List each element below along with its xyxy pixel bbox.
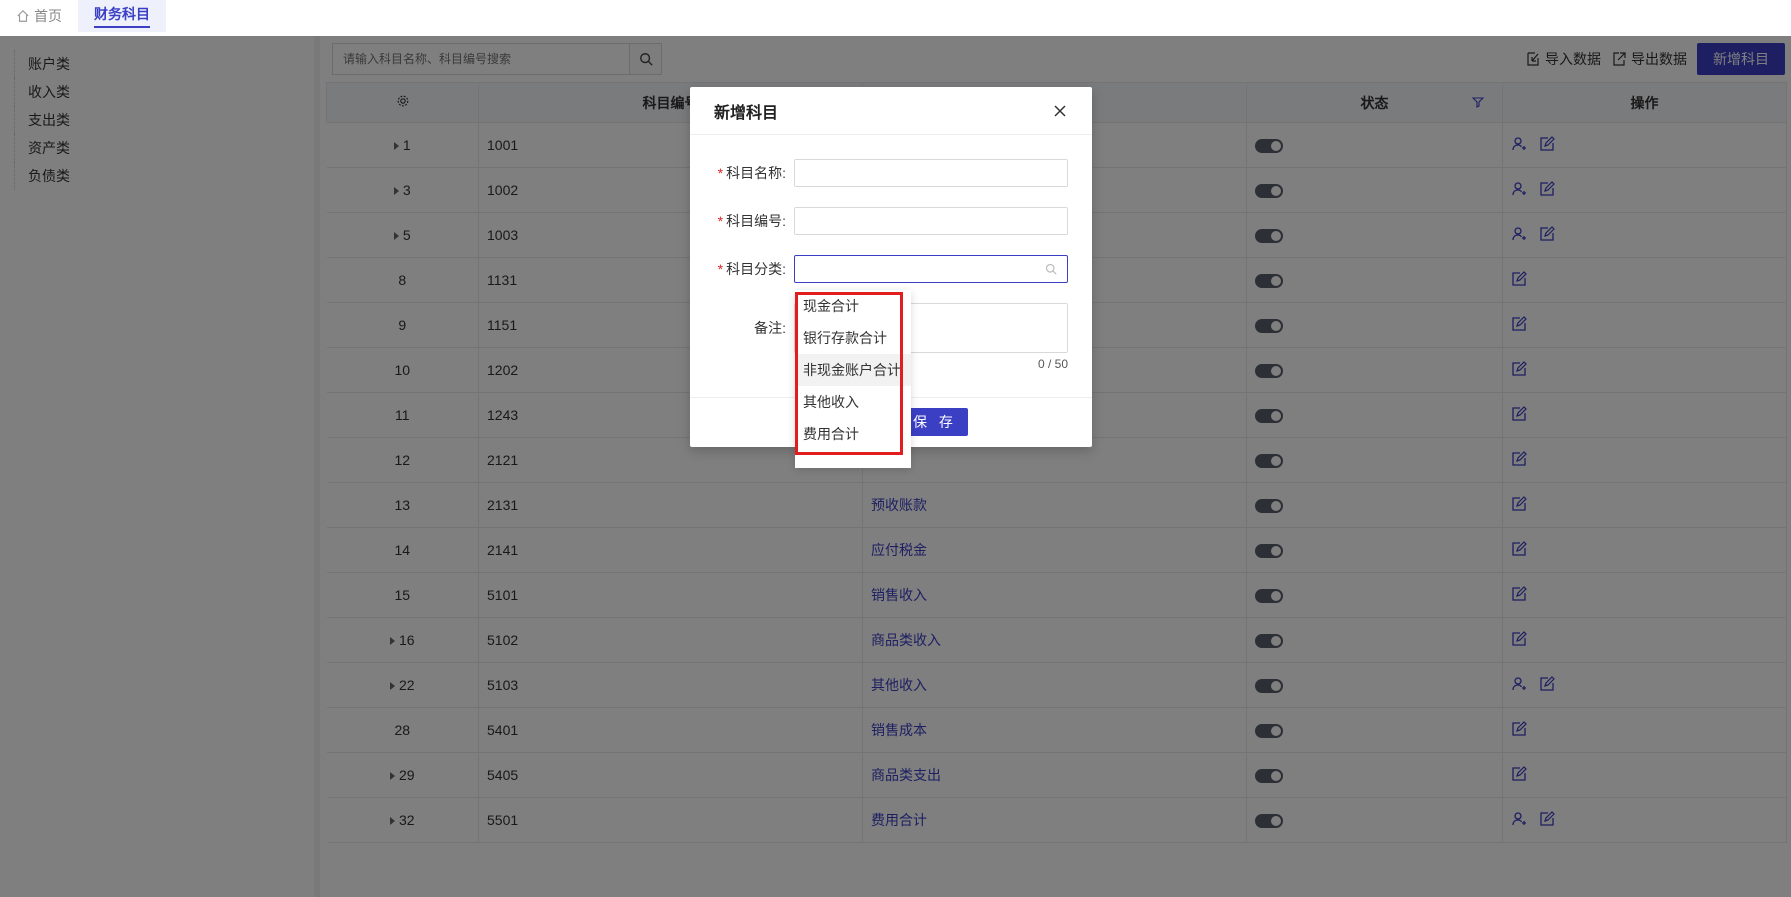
remark-label: 备注: (754, 320, 786, 336)
subject-category-row: * 科目分类: (714, 255, 1068, 283)
required-mark: * (717, 213, 724, 229)
highlight-box (795, 292, 903, 455)
tab-finance-subject[interactable]: 财务科目 (78, 0, 166, 32)
subject-name-label-wrap: * 科目名称: (714, 163, 786, 183)
top-tab-bar: 首页 财务科目 (0, 0, 1791, 36)
required-mark: * (717, 165, 724, 181)
subject-code-input[interactable] (794, 207, 1068, 235)
tab-finance-subject-label: 财务科目 (94, 4, 150, 28)
subject-name-input[interactable] (794, 159, 1068, 187)
home-icon (17, 9, 29, 22)
subject-category-select[interactable] (794, 255, 1068, 283)
subject-code-label-wrap: * 科目编号: (714, 211, 786, 231)
save-button[interactable]: 保 存 (902, 408, 968, 436)
search-icon (1045, 263, 1057, 275)
required-mark: * (717, 261, 724, 277)
subject-name-row: * 科目名称: (714, 159, 1068, 187)
subject-category-label-wrap: * 科目分类: (714, 259, 786, 279)
tab-home-label: 首页 (34, 8, 62, 24)
subject-name-label: 科目名称: (726, 165, 786, 181)
remark-counter: 0 / 50 (1037, 357, 1068, 371)
dialog-title: 新增科目 (714, 104, 779, 122)
dialog-header: 新增科目 (690, 87, 1092, 135)
subject-code-row: * 科目编号: (714, 207, 1068, 235)
tab-home[interactable]: 首页 (0, 0, 78, 32)
close-icon[interactable] (1052, 103, 1068, 119)
subject-code-label: 科目编号: (726, 213, 786, 229)
subject-category-label: 科目分类: (726, 261, 786, 277)
